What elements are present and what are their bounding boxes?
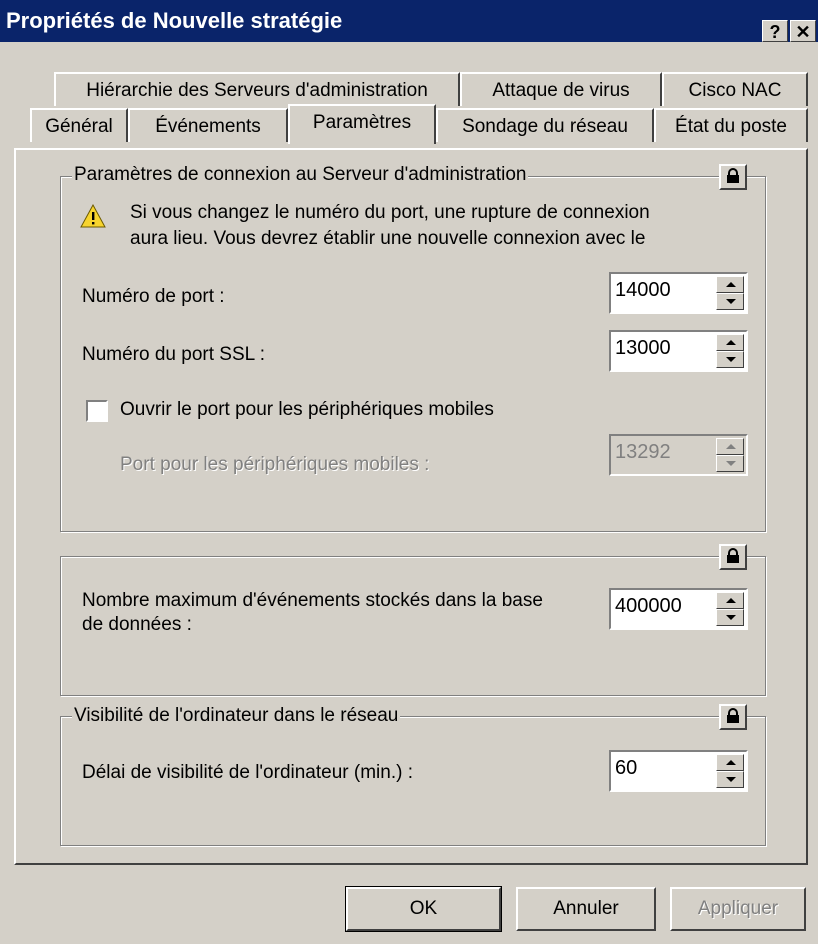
port-down-button[interactable] bbox=[716, 293, 744, 310]
lock-icon[interactable] bbox=[719, 704, 747, 730]
tab-hierarchie[interactable]: Hiérarchie des Serveurs d'administration bbox=[54, 72, 460, 106]
tab-general[interactable]: Général bbox=[30, 108, 128, 142]
mobile-port-label: Port pour les périphériques mobiles : bbox=[120, 454, 430, 475]
lock-icon[interactable] bbox=[719, 164, 747, 190]
window-title: Propriétés de Nouvelle stratégie bbox=[6, 8, 343, 33]
mobile-port-checkbox-label[interactable]: Ouvrir le port pour les périphériques mo… bbox=[120, 399, 494, 421]
tab-attaque-virus[interactable]: Attaque de virus bbox=[460, 72, 662, 106]
tab-parametres[interactable]: Paramètres bbox=[288, 104, 436, 144]
lock-icon[interactable] bbox=[719, 544, 747, 570]
max-events-stepper[interactable] bbox=[609, 588, 748, 630]
port-stepper[interactable] bbox=[609, 272, 748, 314]
port-label: Numéro de port : bbox=[82, 286, 225, 307]
visibility-delay-down-button[interactable] bbox=[716, 771, 744, 788]
help-button[interactable]: ? bbox=[762, 20, 788, 42]
connection-group-legend: Paramètres de connexion au Serveur d'adm… bbox=[72, 164, 529, 186]
mobile-port-up-button[interactable] bbox=[716, 438, 744, 455]
warning-icon bbox=[80, 203, 106, 234]
tab-etat-poste[interactable]: État du poste bbox=[654, 108, 808, 142]
port-up-button[interactable] bbox=[716, 276, 744, 293]
mobile-port-stepper[interactable] bbox=[609, 434, 748, 476]
visibility-delay-input[interactable] bbox=[615, 757, 711, 780]
visibility-delay-up-button[interactable] bbox=[716, 754, 744, 771]
max-events-up-button[interactable] bbox=[716, 592, 744, 609]
ssl-port-up-button[interactable] bbox=[716, 334, 744, 351]
visibility-delay-label: Délai de visibilité de l'ordinateur (min… bbox=[82, 762, 413, 783]
tab-cisco-nac[interactable]: Cisco NAC bbox=[662, 72, 808, 106]
cancel-button[interactable]: Annuler bbox=[516, 887, 656, 931]
tab-sondage-reseau[interactable]: Sondage du réseau bbox=[436, 108, 654, 142]
warning-text-line2: aura lieu. Vous devrez établir une nouve… bbox=[130, 228, 646, 249]
visibility-group-legend: Visibilité de l'ordinateur dans le résea… bbox=[72, 705, 401, 727]
mobile-port-down-button[interactable] bbox=[716, 455, 744, 472]
tab-evenements[interactable]: Événements bbox=[128, 108, 288, 142]
mobile-port-checkbox[interactable] bbox=[86, 400, 108, 422]
max-events-label-line2: de données : bbox=[82, 614, 192, 635]
title-bar[interactable]: Propriétés de Nouvelle stratégie ? ✕ bbox=[0, 0, 818, 42]
ssl-port-stepper[interactable] bbox=[609, 330, 748, 372]
ssl-port-down-button[interactable] bbox=[716, 351, 744, 368]
apply-button[interactable]: Appliquer bbox=[670, 887, 806, 931]
max-events-down-button[interactable] bbox=[716, 609, 744, 626]
tab-page-parametres: Paramètres de connexion au Serveur d'adm… bbox=[14, 148, 808, 865]
close-button[interactable]: ✕ bbox=[790, 20, 816, 42]
ssl-port-label: Numéro du port SSL : bbox=[82, 344, 266, 365]
port-input[interactable] bbox=[615, 279, 711, 302]
mobile-port-input[interactable] bbox=[615, 441, 711, 464]
ssl-port-input[interactable] bbox=[615, 337, 711, 360]
max-events-label-line1: Nombre maximum d'événements stockés dans… bbox=[82, 590, 543, 611]
warning-text-line1: Si vous changez le numéro du port, une r… bbox=[130, 202, 650, 223]
max-events-input[interactable] bbox=[615, 595, 711, 618]
visibility-delay-stepper[interactable] bbox=[609, 750, 748, 792]
ok-button[interactable]: OK bbox=[345, 886, 502, 932]
